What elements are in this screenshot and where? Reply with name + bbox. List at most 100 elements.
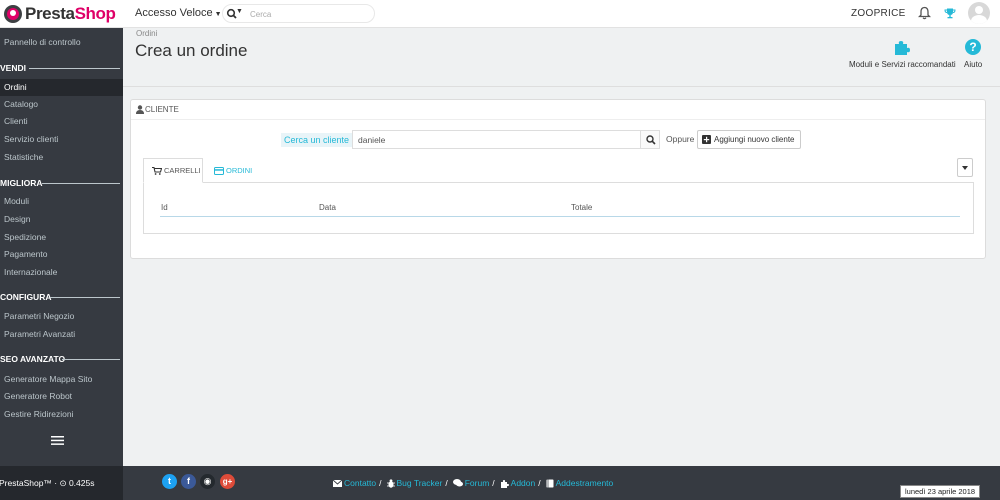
plus-square-icon <box>702 135 711 144</box>
sidebar-section-label: VENDI <box>0 63 26 73</box>
section-divider <box>62 359 120 360</box>
column-header-data: Data <box>319 203 336 212</box>
twitter-icon[interactable]: t <box>162 474 177 489</box>
trophy-icon[interactable] <box>944 7 956 19</box>
book-icon <box>546 479 554 487</box>
prestashop-logo-icon <box>4 5 22 23</box>
tabs-dropdown-toggle[interactable] <box>957 158 973 177</box>
search-customer-label: Cerca un cliente <box>281 133 353 147</box>
page-header-divider <box>123 86 1000 87</box>
column-header-id: Id <box>161 203 168 212</box>
footer-link-contatto[interactable]: Contatto <box>333 478 376 488</box>
section-divider <box>42 183 120 184</box>
tab-carrelli-label: CARRELLI <box>164 166 201 175</box>
search-input[interactable] <box>250 7 370 21</box>
google-plus-icon[interactable]: g+ <box>220 474 235 489</box>
footer-link-label: Bug Tracker <box>396 478 443 488</box>
recommended-modules-label: Moduli e Servizi raccomandati <box>849 60 956 69</box>
caret-down-icon: ▼ <box>214 11 222 18</box>
notifications-bell-icon[interactable] <box>918 6 931 20</box>
sidebar-item-generatore-mappa-sito[interactable]: Generatore Mappa Sito <box>0 371 123 388</box>
or-label: Oppure <box>666 134 695 144</box>
add-new-customer-label: Aggiungi nuovo cliente <box>714 135 795 144</box>
logo-text-presta: Presta <box>25 4 75 23</box>
footer-link-addestramento[interactable]: Addestramento <box>546 478 614 488</box>
tab-ordini[interactable]: ORDINI <box>211 158 252 183</box>
sidebar-nav: Pannello di controllo VENDI Ordini Catal… <box>0 28 123 466</box>
footer-link-addon[interactable]: Addon <box>500 478 536 488</box>
puzzle-icon <box>895 41 911 55</box>
current-date: lunedì 23 aprile 2018 <box>900 485 981 498</box>
help-button[interactable]: ? Aiuto <box>964 38 982 69</box>
customer-search-button[interactable] <box>640 130 660 149</box>
search-icon <box>646 135 656 145</box>
sidebar-item-generatore-robot[interactable]: Generatore Robot <box>0 388 123 405</box>
user-avatar[interactable] <box>968 2 990 24</box>
search-type-caret-icon[interactable]: ▼ <box>236 8 243 15</box>
sidebar-section-migliora: MIGLIORA <box>0 176 123 190</box>
comments-icon <box>452 479 463 487</box>
sidebar-section-label: MIGLIORA <box>0 178 43 188</box>
sidebar-section-label: SEO AVANZATO <box>0 354 66 364</box>
user-icon <box>136 105 144 114</box>
facebook-icon[interactable]: f <box>181 474 196 489</box>
footer-link-bug-tracker[interactable]: Bug Tracker <box>386 478 443 488</box>
recommended-modules-button[interactable]: Moduli e Servizi raccomandati <box>849 38 956 69</box>
sidebar-section-configura: CONFIGURA <box>0 290 123 304</box>
sidebar-item-clienti[interactable]: Clienti <box>0 113 123 130</box>
bug-icon <box>386 478 395 488</box>
footer-link-forum[interactable]: Forum <box>452 478 490 488</box>
tab-ordini-label: ORDINI <box>226 166 253 175</box>
logo-text-shop: Shop <box>74 4 116 23</box>
customer-search-input[interactable] <box>352 130 641 149</box>
footer-link-label: Forum <box>464 478 490 488</box>
page-title: Crea un ordine <box>135 41 248 60</box>
sidebar-collapse-menu-icon[interactable] <box>51 436 64 445</box>
shopping-cart-icon <box>152 166 162 175</box>
panel-heading-label: CLIENTE <box>145 105 179 114</box>
sidebar-section-seo-avanzato: SEO AVANZATO <box>0 352 123 366</box>
search-box: ▼ <box>222 4 375 23</box>
panel-heading: CLIENTE <box>131 100 985 120</box>
footer-link-label: Addon <box>510 478 536 488</box>
github-icon[interactable]: ◉ <box>200 474 215 489</box>
table-header-divider <box>160 216 960 217</box>
customer-panel: CLIENTE Cerca un cliente Oppure Aggiungi… <box>130 99 986 259</box>
sidebar-item-ordini[interactable]: Ordini <box>0 79 123 96</box>
prestashop-logo[interactable]: PrestaShop <box>0 4 123 24</box>
quick-access-dropdown[interactable]: Accesso Veloce ▼ <box>135 7 222 19</box>
sidebar-item-servizio-clienti[interactable]: Servizio clienti <box>0 131 123 148</box>
envelope-icon <box>333 479 342 487</box>
sidebar-item-pagamento[interactable]: Pagamento <box>0 246 123 263</box>
shop-name-link[interactable]: ZOOPRICE <box>851 8 906 19</box>
sidebar-item-parametri-avanzati[interactable]: Parametri Avanzati <box>0 326 123 343</box>
sidebar-item-statistiche[interactable]: Statistiche <box>0 149 123 166</box>
sidebar-item-catalogo[interactable]: Catalogo <box>0 96 123 113</box>
sidebar-section-label: CONFIGURA <box>0 292 52 302</box>
puzzle-icon <box>500 479 509 488</box>
section-divider <box>50 297 120 298</box>
sidebar-item-dashboard[interactable]: Pannello di controllo <box>0 34 123 51</box>
section-divider <box>29 68 120 69</box>
breadcrumb[interactable]: Ordini <box>136 29 157 38</box>
sidebar-item-moduli[interactable]: Moduli <box>0 193 123 210</box>
footer-version: PrestaShop™ · ⊙ 0.425s <box>0 478 95 488</box>
carts-table: Id Data Totale <box>143 182 974 234</box>
footer-links: Contatto / Bug Tracker / Forum / Addon /… <box>331 478 613 488</box>
quick-access-label: Accesso Veloce <box>135 7 213 19</box>
sidebar-item-parametri-negozio[interactable]: Parametri Negozio <box>0 308 123 325</box>
footer-version-area: PrestaShop™ · ⊙ 0.425s <box>0 466 123 500</box>
sidebar-item-spedizione[interactable]: Spedizione <box>0 229 123 246</box>
sidebar-item-internazionale[interactable]: Internazionale <box>0 264 123 281</box>
footer-link-label: Addestramento <box>555 478 614 488</box>
top-header: PrestaShop Accesso Veloce▼ ▼ ZOOPRICE <box>0 0 1000 28</box>
sidebar-section-vendi: VENDI <box>0 61 123 75</box>
tab-carrelli[interactable]: CARRELLI <box>143 158 203 183</box>
svg-text:?: ? <box>969 40 976 54</box>
sidebar-item-gestire-ridirezioni[interactable]: Gestire Ridirezioni <box>0 406 123 423</box>
help-label: Aiuto <box>964 60 983 69</box>
credit-card-icon <box>214 166 224 175</box>
add-new-customer-button[interactable]: Aggiungi nuovo cliente <box>697 130 801 149</box>
column-header-totale: Totale <box>571 203 593 212</box>
sidebar-item-design[interactable]: Design <box>0 211 123 228</box>
